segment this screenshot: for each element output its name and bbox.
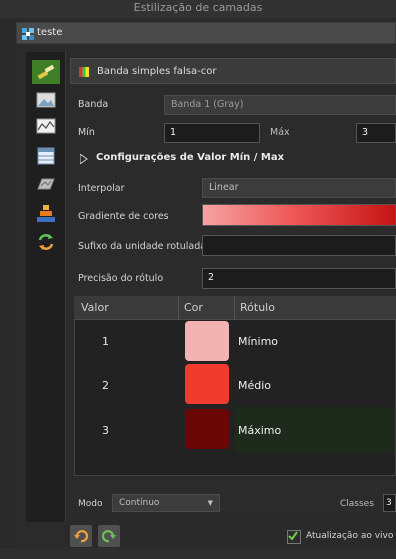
checkmark-icon: [288, 531, 298, 541]
classes-value: 3: [386, 498, 392, 508]
row-value: 2: [102, 379, 109, 392]
max-input[interactable]: 3: [356, 123, 396, 143]
row-label: Médio: [238, 379, 272, 392]
undo-icon: [74, 530, 88, 543]
renderer-type-label: Banda simples falsa-cor: [97, 66, 217, 77]
row-color-swatch[interactable]: [185, 364, 229, 404]
metadata-tab[interactable]: [32, 230, 60, 254]
max-label: Máx: [270, 127, 290, 138]
table-icon: [37, 147, 55, 165]
band-value: Banda 1 (Gray): [171, 99, 244, 110]
live-update-checkbox[interactable]: [287, 530, 301, 544]
row-color-swatch[interactable]: [185, 321, 229, 361]
rendering-tab[interactable]: [32, 172, 60, 196]
mode-label: Modo: [78, 499, 103, 509]
unit-suffix-input[interactable]: [202, 235, 396, 256]
layer-name: teste: [37, 27, 63, 38]
row-value: 1: [102, 335, 109, 348]
column-header-color[interactable]: Cor: [184, 301, 203, 314]
minmax-settings-toggle[interactable]: Configurações de Valor Mín / Max: [78, 151, 378, 167]
expand-arrow-icon: [80, 154, 88, 164]
interpolate-select[interactable]: Linear: [202, 178, 396, 198]
window-titlebar: Estilização de camadas: [0, 0, 396, 18]
live-update-label: Atualização ao vivo: [306, 531, 394, 541]
column-header-label[interactable]: Rótulo: [240, 301, 275, 314]
table-row[interactable]: 3 Máximo: [75, 407, 395, 453]
unit-suffix-label: Sufixo da unidade rotulada: [78, 241, 207, 252]
undo-button[interactable]: [70, 525, 92, 547]
layer-selector[interactable]: teste: [16, 22, 396, 44]
minmax-settings-label: Configurações de Valor Mín / Max: [96, 152, 285, 163]
color-ramp-button[interactable]: [202, 204, 396, 226]
label-precision-spinbox[interactable]: 2: [202, 268, 396, 289]
style-sections-toolbar: [26, 52, 66, 522]
renderer-type-select[interactable]: Banda simples falsa-cor: [70, 58, 396, 84]
transparency-tab[interactable]: [32, 88, 60, 112]
classes-spinbox[interactable]: 3: [383, 494, 396, 512]
symbology-tab[interactable]: [32, 60, 60, 84]
mode-select[interactable]: Contínuo ▼: [112, 494, 220, 512]
row-label: Mínimo: [238, 335, 279, 348]
min-value: 1: [170, 127, 177, 138]
interpolate-label: Interpolar: [78, 183, 125, 194]
row-label: Máximo: [238, 424, 282, 437]
table-row[interactable]: 2 Médio: [75, 363, 395, 407]
classes-label: Classes: [340, 499, 374, 509]
table-row[interactable]: 1 Mínimo: [75, 320, 395, 363]
table-header: Valor Cor Rótulo: [74, 296, 396, 320]
layers-map-icon: [37, 178, 55, 190]
redo-button[interactable]: [98, 525, 120, 547]
dock-left-edge: [0, 18, 16, 559]
histogram-tab[interactable]: [32, 114, 60, 138]
singleband-pseudocolor-icon: [79, 67, 89, 77]
histogram-icon: [36, 118, 56, 134]
pyramids-tab[interactable]: [32, 202, 60, 226]
image-icon: [36, 92, 56, 108]
label-precision-label: Precisão do rótulo: [78, 273, 164, 284]
band-select[interactable]: Banda 1 (Gray): [164, 95, 396, 115]
pyramids-icon: [37, 205, 55, 222]
raster-layer-icon: [22, 28, 34, 40]
status-strip: [0, 548, 396, 559]
min-label: Mín: [78, 127, 95, 138]
information-tab[interactable]: [32, 144, 60, 168]
redo-icon: [102, 530, 116, 543]
interpolate-value: Linear: [209, 182, 239, 193]
band-label: Banda: [78, 99, 109, 110]
label-precision-value: 2: [208, 272, 215, 283]
row-value: 3: [102, 424, 109, 437]
window-title: Estilização de camadas: [133, 1, 263, 14]
paintbrush-icon: [37, 64, 55, 80]
mode-value: Contínuo: [119, 498, 160, 508]
min-input[interactable]: 1: [164, 123, 260, 143]
max-value: 3: [362, 127, 369, 138]
row-color-swatch[interactable]: [185, 409, 229, 449]
refresh-arrows-icon: [38, 234, 54, 250]
color-ramp-label: Gradiente de cores: [78, 211, 169, 222]
column-header-value[interactable]: Valor: [81, 301, 109, 314]
dropdown-arrow-icon: ▼: [207, 499, 213, 507]
